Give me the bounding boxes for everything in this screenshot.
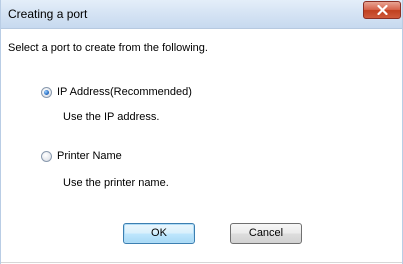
printer-name-radio[interactable] bbox=[41, 151, 52, 162]
printer-name-description: Use the printer name. bbox=[63, 177, 169, 189]
radio-selected-dot bbox=[44, 90, 49, 95]
ip-address-radio[interactable] bbox=[41, 87, 52, 98]
creating-port-dialog: Creating a port Select a port to create … bbox=[0, 0, 403, 264]
title-bar[interactable]: Creating a port bbox=[1, 0, 402, 29]
bottom-border bbox=[1, 262, 402, 263]
close-button[interactable] bbox=[363, 1, 401, 19]
printer-name-label[interactable]: Printer Name bbox=[57, 150, 122, 162]
ip-address-description: Use the IP address. bbox=[63, 111, 160, 123]
instruction-text: Select a port to create from the followi… bbox=[8, 42, 208, 54]
window-title: Creating a port bbox=[8, 7, 88, 21]
close-icon bbox=[377, 5, 388, 15]
cancel-button[interactable]: Cancel bbox=[230, 223, 302, 244]
ip-address-label[interactable]: IP Address(Recommended) bbox=[57, 86, 192, 98]
ok-button[interactable]: OK bbox=[123, 223, 195, 244]
